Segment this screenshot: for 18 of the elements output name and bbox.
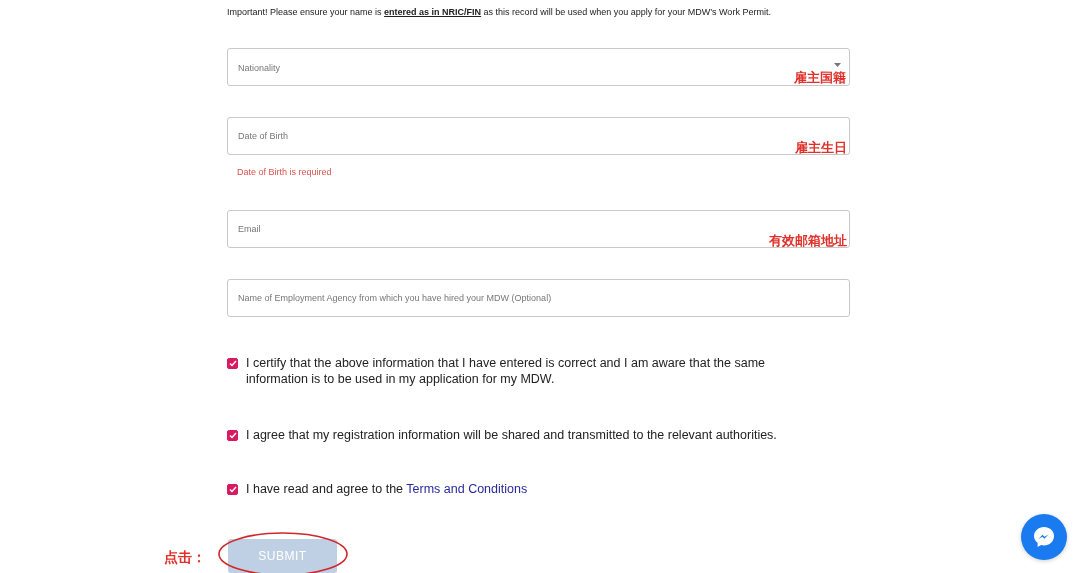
checkbox-label: I certify that the above information that I have entered is correct and I am aware that the same information is to be used in my application for my MDW.	[246, 355, 767, 387]
annotation-text: 有效邮箱地址	[769, 234, 847, 247]
checkbox-label: I have read and agree to the Terms and Conditions	[246, 481, 528, 497]
terms-link[interactable]: Terms and Conditions	[406, 482, 528, 496]
annotation-text: 雇主国籍	[794, 71, 846, 84]
annotation-text: 雇主生日	[795, 141, 847, 154]
checkbox-label: I agree that my registration information will be shared and transmitted to the relevant authorities.	[246, 427, 777, 443]
messenger-chat-button[interactable]	[1021, 514, 1067, 560]
notice-text: Important! Please ensure your name is entered as in NRIC/FIN as this record will be used when you apply for your MDW’s Work Permit.	[227, 6, 772, 19]
annotation-text: 点击：	[164, 548, 206, 567]
input-field[interactable]: Name of Employment Agency from which you have hired your MDW (Optional)	[227, 279, 850, 317]
checkbox[interactable]	[227, 430, 238, 441]
speech-bubble-icon	[1032, 525, 1056, 549]
nationality-select[interactable]: Nationality 雇主国籍	[227, 48, 850, 86]
checkbox[interactable]	[227, 484, 238, 495]
checkbox[interactable]	[227, 358, 238, 369]
caret-icon	[834, 63, 841, 67]
error-message: Date of Birth is required	[236, 166, 333, 179]
